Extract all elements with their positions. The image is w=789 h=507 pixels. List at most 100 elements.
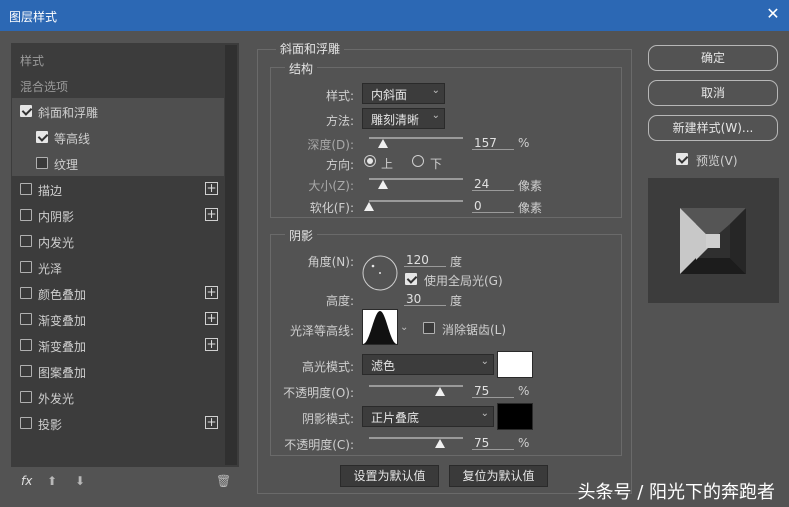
shading-title: 阴影	[285, 227, 318, 244]
style-item-checkbox[interactable]	[36, 157, 48, 169]
angle-input[interactable]: 120	[404, 253, 446, 267]
style-item[interactable]: 颜色叠加 +	[12, 280, 224, 306]
soften-slider-track[interactable]	[369, 200, 463, 202]
add-style-plus-icon[interactable]: +	[205, 338, 218, 351]
gloss-contour-thumbnail[interactable]	[362, 309, 398, 345]
chevron-down-icon: ⌄	[431, 85, 440, 96]
highlight-opacity-input[interactable]: 75	[472, 384, 514, 398]
move-up-icon[interactable]: ⬆	[47, 474, 57, 488]
shadow-mode-select[interactable]: 正片叠底 ⌄	[362, 406, 494, 427]
style-item[interactable]: 外发光	[12, 384, 224, 410]
add-style-plus-icon[interactable]: +	[205, 208, 218, 221]
style-item-label: 内阴影	[38, 210, 75, 224]
style-item[interactable]: 纹理	[12, 150, 224, 176]
styles-list-scrollbar[interactable]	[225, 45, 237, 465]
style-item[interactable]: 内发光	[12, 228, 224, 254]
style-item-checkbox[interactable]	[20, 391, 32, 403]
chevron-down-icon: ⌄	[480, 408, 489, 419]
highlight-opacity-thumb[interactable]	[434, 387, 445, 396]
style-item[interactable]: 描边 +	[12, 176, 224, 202]
style-item-checkbox[interactable]	[20, 339, 32, 351]
direction-up-radio[interactable]	[364, 155, 376, 167]
style-item[interactable]: 渐变叠加 +	[12, 306, 224, 332]
style-item-checkbox[interactable]	[20, 313, 32, 325]
direction-down-label: 下	[430, 157, 443, 171]
gloss-contour-label: 光泽等高线:	[289, 324, 354, 338]
preview-bevel-thumbnail	[680, 208, 746, 274]
direction-label: 方向:	[325, 158, 354, 172]
shadow-opacity-track[interactable]	[369, 437, 463, 439]
size-label: 大小(Z):	[308, 179, 354, 193]
style-item-checkbox[interactable]	[20, 105, 32, 117]
move-down-icon[interactable]: ⬇	[75, 474, 85, 488]
technique-select[interactable]: 雕刻清晰 ⌄	[362, 108, 445, 129]
styles-header[interactable]: 样式	[12, 46, 224, 72]
style-item-label: 外发光	[38, 392, 75, 406]
chevron-down-icon: ⌄	[431, 110, 440, 121]
style-item-checkbox[interactable]	[20, 365, 32, 377]
style-item[interactable]: 光泽	[12, 254, 224, 280]
highlight-opacity-unit: %	[518, 384, 530, 398]
antialias-checkbox[interactable]	[423, 322, 435, 334]
style-item-checkbox[interactable]	[20, 261, 32, 273]
style-item-checkbox[interactable]	[20, 209, 32, 221]
style-select[interactable]: 内斜面 ⌄	[362, 83, 445, 104]
style-item[interactable]: 投影 +	[12, 410, 224, 436]
close-icon[interactable]: ✕	[764, 5, 782, 23]
highlight-opacity-track[interactable]	[369, 385, 463, 387]
preview-area	[648, 178, 779, 303]
blending-options[interactable]: 混合选项	[12, 72, 224, 98]
styles-header-label: 样式	[20, 54, 45, 68]
shadow-opacity-label: 不透明度(C):	[284, 438, 354, 452]
add-style-plus-icon[interactable]: +	[205, 312, 218, 325]
depth-label: 深度(D):	[307, 138, 354, 152]
antialias-label: 消除锯齿(L)	[442, 323, 507, 337]
angle-dial[interactable]	[362, 255, 398, 291]
reset-default-button[interactable]: 复位为默认值	[449, 465, 548, 487]
depth-input[interactable]: 157	[472, 136, 514, 150]
preview-checkbox[interactable]	[676, 153, 688, 165]
style-item-checkbox[interactable]	[20, 235, 32, 247]
style-item-checkbox[interactable]	[20, 417, 32, 429]
shadow-color-swatch[interactable]	[497, 403, 533, 430]
ok-button[interactable]: 确定	[648, 45, 778, 71]
soften-slider-thumb[interactable]	[364, 202, 374, 211]
style-item-label: 内发光	[38, 236, 75, 250]
shadow-opacity-input[interactable]: 75	[472, 436, 514, 450]
new-style-button[interactable]: 新建样式(W)...	[648, 115, 778, 141]
chevron-down-icon: ⌄	[480, 356, 489, 367]
fx-icon[interactable]: fx	[21, 474, 32, 488]
angle-label: 角度(N):	[307, 255, 354, 269]
style-item-label: 纹理	[54, 158, 79, 172]
style-item[interactable]: 斜面和浮雕	[12, 98, 224, 124]
make-default-button[interactable]: 设置为默认值	[340, 465, 439, 487]
altitude-unit: 度	[450, 294, 463, 308]
soften-input[interactable]: 0	[472, 199, 514, 213]
depth-slider-thumb[interactable]	[378, 139, 389, 148]
style-item-checkbox[interactable]	[20, 183, 32, 195]
altitude-input[interactable]: 30	[404, 292, 446, 306]
trash-icon[interactable]: 🗑	[216, 474, 231, 488]
size-slider-thumb[interactable]	[378, 180, 389, 189]
add-style-plus-icon[interactable]: +	[205, 416, 218, 429]
cancel-button[interactable]: 取消	[648, 80, 778, 106]
shadow-opacity-thumb[interactable]	[434, 439, 445, 448]
gloss-contour-chevron-icon[interactable]: ⌄	[400, 322, 408, 333]
highlight-mode-select[interactable]: 滤色 ⌄	[362, 354, 494, 375]
style-item[interactable]: 渐变叠加 +	[12, 332, 224, 358]
global-light-label: 使用全局光(G)	[424, 274, 503, 288]
add-style-plus-icon[interactable]: +	[205, 286, 218, 299]
style-item-label: 渐变叠加	[38, 340, 87, 354]
style-label: 样式:	[325, 89, 354, 103]
highlight-color-swatch[interactable]	[497, 351, 533, 378]
style-item-checkbox[interactable]	[20, 287, 32, 299]
direction-down-radio[interactable]	[412, 155, 424, 167]
add-style-plus-icon[interactable]: +	[205, 182, 218, 195]
style-item-checkbox[interactable]	[36, 131, 48, 143]
style-item[interactable]: 等高线	[12, 124, 224, 150]
style-item-label: 等高线	[54, 132, 91, 146]
style-item[interactable]: 内阴影 +	[12, 202, 224, 228]
size-input[interactable]: 24	[472, 177, 514, 191]
global-light-checkbox[interactable]	[405, 273, 417, 285]
style-item[interactable]: 图案叠加	[12, 358, 224, 384]
